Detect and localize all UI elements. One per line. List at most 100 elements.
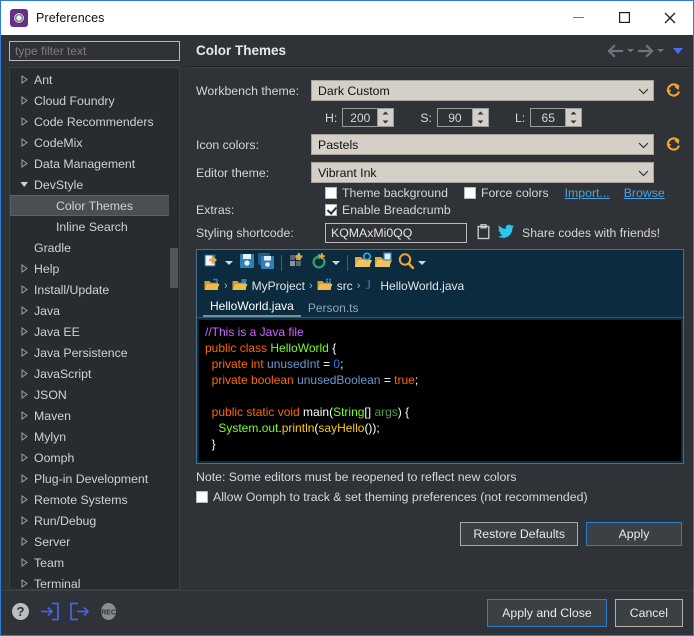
record-icon[interactable]: REC — [99, 602, 118, 624]
arrow-left-icon[interactable] — [607, 43, 624, 58]
new-file-dropdown-icon[interactable] — [223, 260, 234, 266]
open-search-icon[interactable] — [354, 252, 373, 273]
chevron-right-icon[interactable] — [16, 96, 32, 105]
arrow-right-icon[interactable] — [637, 43, 654, 58]
sidebar-item-terminal[interactable]: Terminal — [10, 573, 179, 589]
chevron-right-icon[interactable] — [16, 117, 32, 126]
sidebar-item-javascript[interactable]: JavaScript — [10, 363, 179, 384]
sidebar-item-remote-systems[interactable]: Remote Systems — [10, 489, 179, 510]
save-all-icon[interactable] — [257, 252, 275, 273]
chevron-right-icon[interactable] — [16, 558, 32, 567]
sidebar-item-code-recommenders[interactable]: Code Recommenders — [10, 111, 179, 132]
tree-scrollbar[interactable] — [169, 68, 179, 589]
close-button[interactable] — [647, 2, 693, 34]
new-file-icon[interactable] — [203, 252, 222, 273]
sidebar-item-team[interactable]: Team — [10, 552, 179, 573]
hsl-spinner-h[interactable]: 200 — [342, 108, 395, 127]
save-icon[interactable] — [238, 252, 256, 273]
hsl-value[interactable]: 200 — [343, 109, 377, 126]
sidebar-item-run-debug[interactable]: Run/Debug — [10, 510, 179, 531]
sidebar-item-java-ee[interactable]: Java EE — [10, 321, 179, 342]
chevron-right-icon[interactable] — [16, 390, 32, 399]
spinner-buttons[interactable] — [377, 109, 394, 127]
chevron-right-icon[interactable] — [16, 495, 32, 504]
chevron-right-icon[interactable] — [16, 306, 32, 315]
spinner-down-icon[interactable] — [378, 118, 393, 127]
spinner-up-icon[interactable] — [473, 109, 488, 118]
breadcrumb-item-file[interactable]: HelloWorld.java — [380, 279, 464, 293]
sidebar-item-java-persistence[interactable]: Java Persistence — [10, 342, 179, 363]
search-dropdown-icon[interactable] — [416, 260, 427, 266]
chevron-right-icon[interactable] — [16, 579, 32, 588]
force-colors-checkbox[interactable] — [463, 187, 476, 199]
forward-history-chevron-down-icon[interactable] — [656, 46, 665, 55]
spinner-up-icon[interactable] — [378, 109, 393, 118]
sidebar-item-codemix[interactable]: CodeMix — [10, 132, 179, 153]
chevron-right-icon[interactable] — [16, 516, 32, 525]
restore-defaults-button[interactable]: Restore Defaults — [460, 522, 578, 546]
chevron-right-icon[interactable] — [16, 75, 32, 84]
chevron-right-icon[interactable] — [16, 159, 32, 168]
source-folder-icon[interactable] — [317, 278, 333, 295]
chevron-down-icon[interactable] — [16, 181, 32, 188]
sidebar-item-java[interactable]: Java — [10, 300, 179, 321]
sidebar-item-help[interactable]: Help — [10, 258, 179, 279]
editor-theme-select[interactable]: Vibrant Ink — [311, 162, 654, 183]
icon-colors-select[interactable]: Pastels — [311, 134, 654, 155]
minimize-button[interactable] — [555, 2, 601, 34]
sidebar-item-plug-in-development[interactable]: Plug-in Development — [10, 468, 179, 489]
sidebar-item-json[interactable]: JSON — [10, 384, 179, 405]
back-history-chevron-down-icon[interactable] — [626, 46, 635, 55]
help-icon[interactable]: ? — [11, 602, 30, 624]
sidebar-item-data-management[interactable]: Data Management — [10, 153, 179, 174]
spinner-up-icon[interactable] — [566, 109, 581, 118]
spinner-down-icon[interactable] — [566, 118, 581, 127]
clipboard-icon[interactable] — [476, 223, 491, 243]
chevron-right-icon[interactable] — [16, 411, 32, 420]
preview-tab-helloworld-java[interactable]: HelloWorld.java — [203, 298, 301, 317]
cancel-button[interactable]: Cancel — [614, 599, 683, 627]
new-wizard-icon[interactable] — [288, 252, 306, 273]
spinner-down-icon[interactable] — [473, 118, 488, 127]
search-input[interactable] — [10, 44, 179, 58]
theme-background-checkbox[interactable] — [325, 187, 337, 199]
sidebar-item-inline-search[interactable]: Inline Search — [10, 216, 179, 237]
open-task-icon[interactable] — [374, 252, 393, 273]
sidebar-item-install-update[interactable]: Install/Update — [10, 279, 179, 300]
sidebar-item-ant[interactable]: Ant — [10, 69, 179, 90]
sidebar-item-maven[interactable]: Maven — [10, 405, 179, 426]
sidebar-item-devstyle[interactable]: DevStyle — [10, 174, 179, 195]
icon-colors-refresh-button[interactable] — [662, 136, 684, 153]
breadcrumb-item-project[interactable]: MyProject — [252, 279, 305, 293]
sidebar-item-cloud-foundry[interactable]: Cloud Foundry — [10, 90, 179, 111]
debug-dropdown-icon[interactable] — [330, 260, 341, 266]
workspace-icon[interactable] — [204, 278, 220, 295]
page-menu-chevron-down-icon[interactable] — [672, 46, 684, 56]
enable-breadcrumb-checkbox[interactable] — [325, 204, 337, 216]
sidebar-item-color-themes[interactable]: Color Themes — [10, 195, 179, 216]
chevron-right-icon[interactable] — [16, 453, 32, 462]
hsl-value[interactable]: 90 — [438, 109, 472, 126]
sidebar-item-mylyn[interactable]: Mylyn — [10, 426, 179, 447]
hsl-spinner-l[interactable]: 65 — [530, 108, 583, 127]
java-file-icon[interactable]: J — [364, 277, 376, 295]
chevron-right-icon[interactable] — [16, 327, 32, 336]
apply-and-close-button[interactable]: Apply and Close — [487, 599, 607, 627]
import-link[interactable]: Import... — [565, 186, 610, 200]
project-folder-icon[interactable] — [232, 278, 248, 295]
tree-scroll-thumb[interactable] — [170, 248, 178, 288]
sidebar-item-server[interactable]: Server — [10, 531, 179, 552]
chevron-right-icon[interactable] — [16, 138, 32, 147]
chevron-right-icon[interactable] — [16, 369, 32, 378]
debug-icon[interactable] — [311, 252, 329, 273]
preview-tab-person-ts[interactable]: Person.ts — [301, 300, 366, 317]
chevron-right-icon[interactable] — [16, 432, 32, 441]
browse-link[interactable]: Browse — [624, 186, 665, 200]
export-icon[interactable] — [69, 602, 90, 624]
spinner-buttons[interactable] — [471, 109, 488, 127]
import-icon[interactable] — [39, 602, 60, 624]
chevron-right-icon[interactable] — [16, 537, 32, 546]
spinner-buttons[interactable] — [565, 109, 582, 127]
hsl-spinner-s[interactable]: 90 — [436, 108, 489, 127]
chevron-right-icon[interactable] — [16, 348, 32, 357]
